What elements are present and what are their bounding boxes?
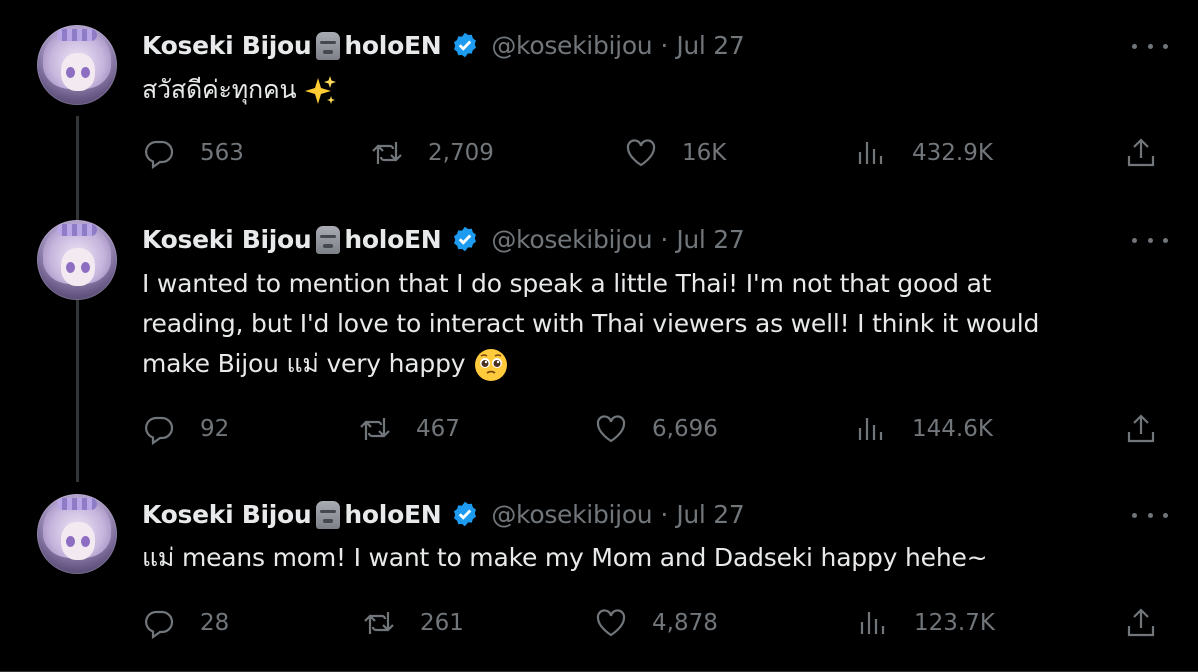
avatar[interactable] <box>37 494 117 574</box>
view-count: 123.7K <box>914 610 995 636</box>
retweet-button[interactable]: 2,709 <box>370 133 494 173</box>
share-button[interactable] <box>1124 133 1158 173</box>
tweet-text: แม่ means mom! I want to make my Mom and… <box>142 543 988 572</box>
separator: · <box>660 224 669 254</box>
view-count: 144.6K <box>912 416 993 442</box>
tweet-date[interactable]: Jul 27 <box>676 500 744 529</box>
verified-badge-icon[interactable] <box>451 500 479 528</box>
author-suffix[interactable]: holoEN <box>344 31 441 60</box>
tweet[interactable]: Koseki Bijou holoEN @kosekibijou · Jul 2… <box>0 197 1198 472</box>
views-button[interactable]: 432.9K <box>854 133 993 173</box>
like-icon <box>596 609 626 637</box>
like-icon <box>626 139 656 167</box>
verified-badge-icon[interactable] <box>451 31 479 59</box>
views-icon <box>860 612 885 634</box>
moai-emoji <box>316 32 341 60</box>
share-button[interactable] <box>1124 603 1158 643</box>
tweet-text-line: reading, but I'd love to interact with T… <box>142 309 1040 338</box>
avatar[interactable] <box>37 220 117 300</box>
like-count: 4,878 <box>652 610 718 636</box>
views-icon <box>858 418 883 440</box>
tweet-text: สวัสดีค่ะทุกคน <box>142 75 297 104</box>
author-name[interactable]: Koseki Bijou <box>142 225 312 254</box>
tweet-text-line: make Bijou แม่ very happy <box>142 349 466 378</box>
more-icon[interactable] <box>1132 230 1168 250</box>
views-button[interactable]: 144.6K <box>854 409 993 449</box>
like-count: 6,696 <box>652 416 718 442</box>
more-icon[interactable] <box>1132 36 1168 56</box>
share-icon <box>1127 608 1155 637</box>
reply-icon <box>145 610 174 640</box>
verified-badge-icon[interactable] <box>451 225 479 253</box>
avatar[interactable] <box>37 25 117 105</box>
like-button[interactable]: 16K <box>624 133 726 173</box>
reply-icon <box>145 416 174 446</box>
separator: · <box>660 499 669 529</box>
share-icon <box>1127 138 1155 167</box>
reply-icon <box>145 140 174 170</box>
moai-emoji <box>316 226 341 254</box>
author-name[interactable]: Koseki Bijou <box>142 500 312 529</box>
retweet-button[interactable]: 261 <box>362 603 464 643</box>
reply-count: 563 <box>200 140 244 166</box>
like-button[interactable]: 4,878 <box>594 603 718 643</box>
tweet[interactable]: Koseki Bijou holoEN @kosekibijou · Jul 2… <box>0 0 1198 197</box>
author-suffix[interactable]: holoEN <box>344 225 441 254</box>
tweet-text-line: I wanted to mention that I do speak a li… <box>142 269 992 298</box>
moai-emoji <box>316 501 341 529</box>
reply-button[interactable]: 92 <box>142 409 229 449</box>
author-suffix[interactable]: holoEN <box>344 500 441 529</box>
like-button[interactable]: 6,696 <box>594 409 718 449</box>
views-button[interactable]: 123.7K <box>856 603 995 643</box>
retweet-count: 261 <box>420 610 464 636</box>
reply-count: 28 <box>200 610 230 636</box>
share-button[interactable] <box>1124 409 1158 449</box>
sparkles-emoji <box>305 76 337 104</box>
like-count: 16K <box>682 140 727 166</box>
author-handle[interactable]: @kosekibijou <box>491 500 652 529</box>
retweet-icon <box>372 142 402 164</box>
author-name[interactable]: Koseki Bijou <box>142 31 312 60</box>
retweet-button[interactable]: 467 <box>358 409 460 449</box>
author-handle[interactable]: @kosekibijou <box>491 225 652 254</box>
reply-button[interactable]: 563 <box>142 133 244 173</box>
retweet-icon <box>364 612 394 634</box>
separator: · <box>660 30 669 60</box>
tweet-date[interactable]: Jul 27 <box>676 31 744 60</box>
more-icon[interactable] <box>1132 505 1168 525</box>
reply-count: 92 <box>200 416 230 442</box>
author-handle[interactable]: @kosekibijou <box>491 31 652 60</box>
tweet-date[interactable]: Jul 27 <box>676 225 744 254</box>
reply-button[interactable]: 28 <box>142 603 229 643</box>
retweet-icon <box>360 418 390 440</box>
tweet[interactable]: Koseki Bijou holoEN @kosekibijou · Jul 2… <box>0 472 1198 672</box>
retweet-count: 467 <box>416 416 460 442</box>
pleading-face-emoji <box>475 349 508 381</box>
view-count: 432.9K <box>912 140 993 166</box>
views-icon <box>858 142 883 164</box>
share-icon <box>1127 414 1155 443</box>
like-icon <box>596 415 626 443</box>
retweet-count: 2,709 <box>428 140 494 166</box>
